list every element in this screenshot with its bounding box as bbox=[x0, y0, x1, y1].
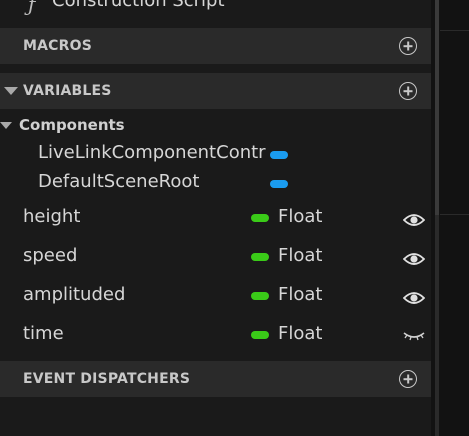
variable-row-speed[interactable]: speed Float bbox=[0, 243, 431, 271]
eye-open-icon[interactable] bbox=[403, 251, 425, 267]
float-type-pill bbox=[251, 292, 269, 300]
variable-row-height[interactable]: height Float bbox=[0, 204, 431, 232]
variable-type[interactable]: Float bbox=[278, 206, 322, 227]
eye-open-icon[interactable] bbox=[403, 290, 425, 306]
component-name: LiveLinkComponentContr bbox=[38, 142, 266, 163]
components-category[interactable]: Components bbox=[0, 114, 431, 138]
float-type-pill bbox=[251, 331, 269, 339]
component-item[interactable]: DefaultSceneRoot bbox=[0, 171, 431, 197]
my-blueprint-panel: ƒ Construction Script MACROS VARIABLES C… bbox=[0, 0, 431, 436]
variable-type[interactable]: Float bbox=[278, 245, 322, 266]
variables-section-header[interactable]: VARIABLES bbox=[0, 73, 431, 109]
add-macro-button[interactable] bbox=[399, 37, 417, 55]
event-dispatchers-section-header[interactable]: EVENT DISPATCHERS bbox=[0, 361, 431, 397]
variables-label: VARIABLES bbox=[23, 83, 112, 99]
components-category-label: Components bbox=[19, 116, 125, 134]
scrollbar-thumb[interactable] bbox=[435, 0, 439, 215]
construction-script-item[interactable]: ƒ Construction Script bbox=[0, 0, 431, 16]
variable-type[interactable]: Float bbox=[278, 323, 322, 344]
function-icon: ƒ bbox=[28, 0, 36, 16]
divider bbox=[440, 30, 469, 31]
variable-type[interactable]: Float bbox=[278, 284, 322, 305]
macros-section-header[interactable]: MACROS bbox=[0, 28, 431, 64]
variable-row-time[interactable]: time Float bbox=[0, 321, 431, 349]
component-name: DefaultSceneRoot bbox=[38, 171, 200, 192]
variable-name: amplituded bbox=[23, 284, 126, 305]
collapse-arrow-icon[interactable] bbox=[0, 122, 12, 129]
add-event-dispatcher-button[interactable] bbox=[399, 370, 417, 388]
variable-row-amplituded[interactable]: amplituded Float bbox=[0, 282, 431, 310]
macros-label: MACROS bbox=[23, 38, 93, 54]
eye-closed-icon[interactable] bbox=[403, 329, 425, 343]
eye-open-icon[interactable] bbox=[403, 212, 425, 228]
float-type-pill bbox=[251, 214, 269, 222]
event-dispatchers-label: EVENT DISPATCHERS bbox=[23, 371, 191, 387]
divider bbox=[440, 214, 469, 215]
collapse-arrow-icon[interactable] bbox=[4, 87, 18, 95]
variable-name: time bbox=[23, 323, 64, 344]
construction-script-label: Construction Script bbox=[52, 0, 225, 11]
component-item[interactable]: LiveLinkComponentContr bbox=[0, 142, 431, 168]
variable-name: height bbox=[23, 206, 81, 227]
variable-name: speed bbox=[23, 245, 78, 266]
float-type-pill bbox=[251, 253, 269, 261]
add-variable-button[interactable] bbox=[399, 82, 417, 100]
component-type-pill bbox=[270, 151, 288, 159]
component-type-pill bbox=[270, 180, 288, 188]
